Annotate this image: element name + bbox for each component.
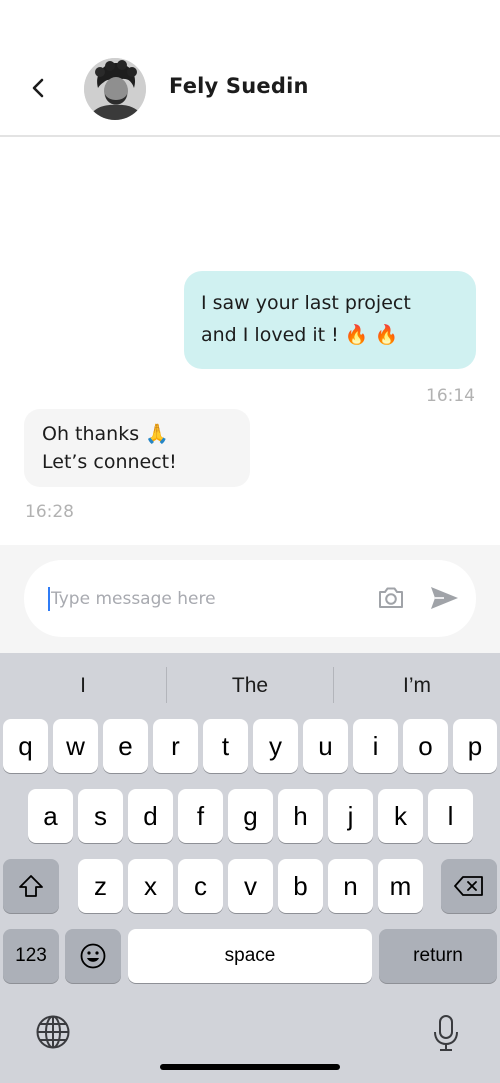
key-d[interactable]: d	[128, 789, 173, 843]
shift-key[interactable]	[3, 859, 59, 913]
key-o[interactable]: o	[403, 719, 448, 773]
key-s[interactable]: s	[78, 789, 123, 843]
message-timestamp: 16:14	[426, 386, 475, 406]
message-timestamp: 16:28	[25, 502, 74, 522]
home-indicator[interactable]	[160, 1064, 340, 1070]
message-bubble-incoming[interactable]: Oh thanks 🙏 Let’s connect!	[24, 409, 250, 487]
return-key[interactable]: return	[379, 929, 497, 983]
message-line: Oh thanks 🙏	[42, 423, 169, 445]
key-k[interactable]: k	[378, 789, 423, 843]
key-b[interactable]: b	[278, 859, 323, 913]
space-key[interactable]: space	[128, 929, 372, 983]
key-m[interactable]: m	[378, 859, 423, 913]
keyboard: I The I’m q w e r t y u i o p a s d f g …	[0, 653, 500, 1083]
key-u[interactable]: u	[303, 719, 348, 773]
key-f[interactable]: f	[178, 789, 223, 843]
composer-area	[0, 545, 500, 653]
key-z[interactable]: z	[78, 859, 123, 913]
back-button[interactable]	[24, 72, 52, 104]
key-q[interactable]: q	[3, 719, 48, 773]
contact-name: Fely Suedin	[169, 74, 309, 98]
key-n[interactable]: n	[328, 859, 373, 913]
suggestion-bar: I The I’m	[0, 653, 500, 719]
chat-screen: Fely Suedin I saw your last project and …	[0, 0, 500, 1083]
key-p[interactable]: p	[453, 719, 497, 773]
key-t[interactable]: t	[203, 719, 248, 773]
message-line: I saw your last project	[201, 292, 411, 314]
key-l[interactable]: l	[428, 789, 473, 843]
key-g[interactable]: g	[228, 789, 273, 843]
shift-icon	[19, 875, 43, 897]
key-h[interactable]: h	[278, 789, 323, 843]
suggestion-item[interactable]: The	[167, 653, 333, 719]
key-x[interactable]: x	[128, 859, 173, 913]
avatar-photo	[84, 58, 146, 120]
chat-header: Fely Suedin	[0, 0, 500, 137]
send-icon	[431, 587, 458, 609]
message-line: and I loved it ! 🔥 🔥	[201, 324, 399, 346]
camera-button[interactable]	[376, 584, 406, 612]
key-c[interactable]: c	[178, 859, 223, 913]
globe-button[interactable]	[34, 1013, 72, 1051]
chevron-left-icon	[32, 78, 44, 98]
camera-icon	[379, 587, 403, 608]
delete-icon	[454, 876, 483, 896]
microphone-icon	[434, 1015, 458, 1051]
key-r[interactable]: r	[153, 719, 198, 773]
message-input[interactable]	[51, 584, 351, 614]
key-y[interactable]: y	[253, 719, 298, 773]
dictation-button[interactable]	[430, 1013, 462, 1053]
send-button[interactable]	[428, 584, 460, 612]
text-caret	[48, 587, 50, 611]
key-j[interactable]: j	[328, 789, 373, 843]
avatar[interactable]	[84, 58, 146, 120]
message-composer	[24, 560, 476, 637]
emoji-icon	[80, 943, 106, 969]
message-bubble-outgoing[interactable]: I saw your last project and I loved it !…	[184, 271, 476, 369]
key-e[interactable]: e	[103, 719, 148, 773]
delete-key[interactable]	[441, 859, 497, 913]
suggestion-item[interactable]: I’m	[334, 653, 500, 719]
message-line: Let’s connect!	[42, 451, 177, 473]
key-a[interactable]: a	[28, 789, 73, 843]
key-v[interactable]: v	[228, 859, 273, 913]
numbers-key[interactable]: 123	[3, 929, 59, 983]
key-i[interactable]: i	[353, 719, 398, 773]
key-w[interactable]: w	[53, 719, 98, 773]
emoji-key[interactable]	[65, 929, 121, 983]
suggestion-item[interactable]: I	[0, 653, 166, 719]
globe-icon	[36, 1015, 70, 1049]
